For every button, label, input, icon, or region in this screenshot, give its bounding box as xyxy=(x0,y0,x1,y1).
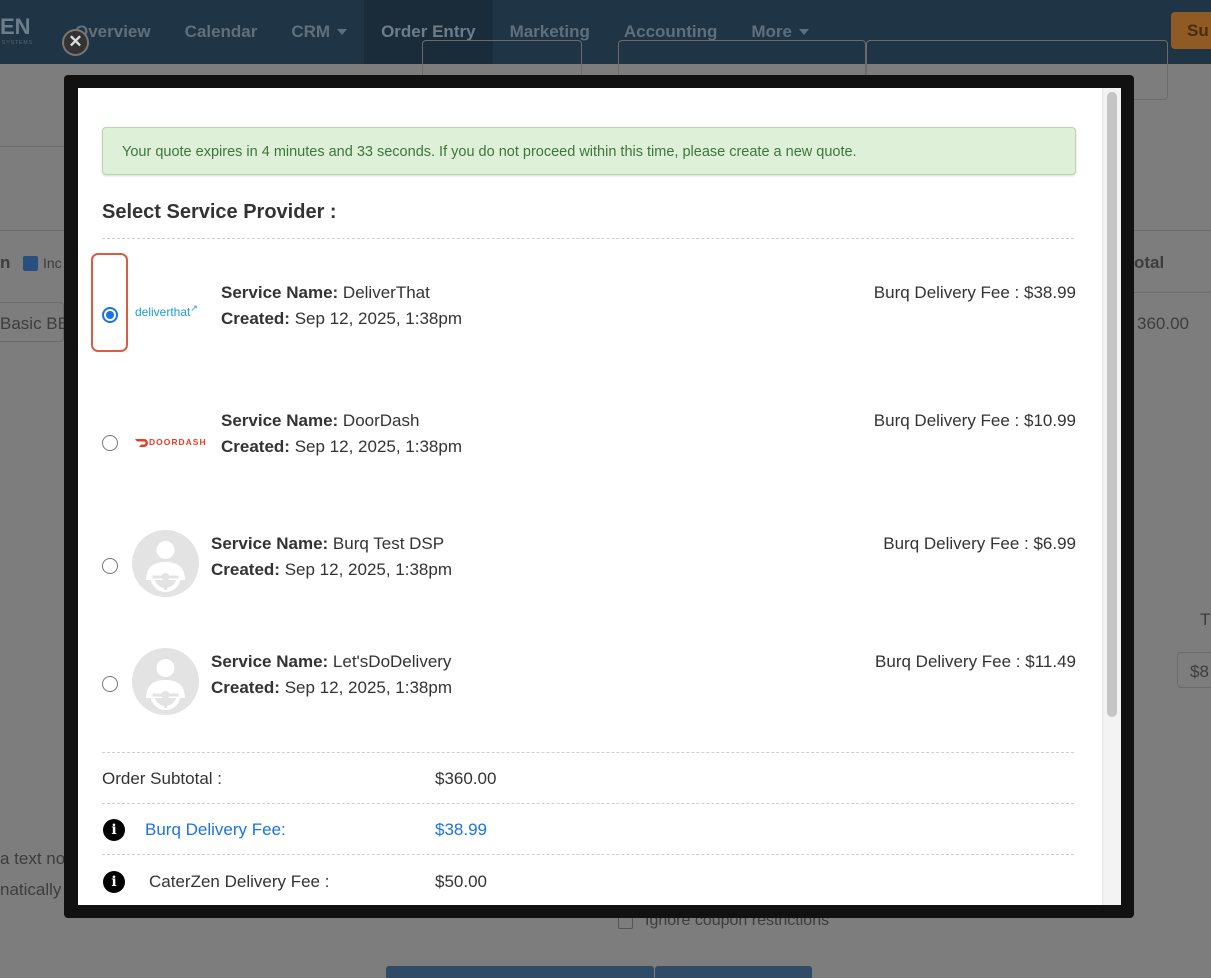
provider-fee: Burq Delivery Fee : $10.99 xyxy=(873,411,1076,430)
nav-action-button[interactable]: Su xyxy=(1171,12,1211,49)
service-name-label: Service Name: xyxy=(221,411,339,430)
burq-fee-label[interactable]: Burq Delivery Fee: xyxy=(145,820,286,840)
driver-avatar-svg xyxy=(146,541,185,592)
caterzen-fee-label: CaterZen Delivery Fee : xyxy=(149,872,330,891)
bg-amount-value: $8 xyxy=(1190,662,1209,681)
created-line: Created: Sep 12, 2025, 1:38pm xyxy=(221,309,462,329)
nav-crm[interactable]: CRM xyxy=(274,0,364,64)
bg-primary-button xyxy=(386,966,654,978)
order-subtotal-value: $360.00 xyxy=(435,769,497,788)
nav-label: More xyxy=(751,22,792,41)
created-line: Created: Sep 12, 2025, 1:38pm xyxy=(221,437,462,457)
created-label: Created: xyxy=(221,437,290,456)
nav-label: CRM xyxy=(291,22,331,41)
info-icon[interactable]: i xyxy=(103,871,125,893)
provider-radio-deliverthat[interactable] xyxy=(102,307,118,323)
driver-avatar-svg xyxy=(146,659,185,710)
provider-row-doordash[interactable]: DOORDASH Service Name: DoorDash Created:… xyxy=(102,411,1076,491)
service-name-value: Let'sDoDelivery xyxy=(332,652,452,671)
provider-radio-burq-test-dsp[interactable] xyxy=(102,558,118,574)
bg-t-label: T xyxy=(1200,610,1211,629)
brand-subtext: SYSTEMS xyxy=(2,40,33,46)
divider xyxy=(102,238,1074,239)
doordash-logo: DOORDASH xyxy=(135,437,207,447)
brand-logo[interactable]: EN SYSTEMS xyxy=(0,14,40,50)
scrollbar-thumb[interactable] xyxy=(1107,92,1117,717)
nav-label: Accounting xyxy=(623,22,718,41)
bg-divider xyxy=(0,230,64,231)
driver-avatar-icon xyxy=(132,530,199,597)
service-name-value: Burq Test DSP xyxy=(332,534,445,553)
created-value: Sep 12, 2025, 1:38pm xyxy=(284,678,452,697)
created-label: Created: xyxy=(211,678,280,697)
service-name-value: DeliverThat xyxy=(342,283,430,302)
bg-column-header: n xyxy=(0,253,11,272)
bg-total-header: otal xyxy=(1134,253,1165,272)
modal-scrollbar[interactable] xyxy=(1102,88,1121,905)
logo-wordmark: deliverthat xyxy=(135,305,191,319)
service-name-label: Service Name: xyxy=(211,652,329,671)
caret-down-icon xyxy=(337,29,348,35)
driver-avatar-icon xyxy=(132,648,199,715)
bg-note-text: a text no xyxy=(0,849,66,868)
bg-checkbox xyxy=(23,256,38,271)
created-value: Sep 12, 2025, 1:38pm xyxy=(294,309,462,328)
service-name-label: Service Name: xyxy=(211,534,329,553)
provider-radio-doordash[interactable] xyxy=(102,435,118,451)
service-name-line: Service Name: Let'sDoDelivery xyxy=(211,652,451,672)
provider-fee: Burq Delivery Fee : $11.49 xyxy=(875,652,1076,671)
select-provider-modal: Your quote expires in 4 minutes and 33 s… xyxy=(78,88,1121,905)
bg-secondary-button xyxy=(655,966,812,978)
created-line: Created: Sep 12, 2025, 1:38pm xyxy=(211,560,452,580)
service-name-line: Service Name: DoorDash xyxy=(221,411,419,431)
bg-divider xyxy=(0,146,64,147)
service-name-label: Service Name: xyxy=(221,283,339,302)
brand-text: EN xyxy=(0,14,31,39)
caterzen-fee-value: $50.00 xyxy=(435,872,487,891)
service-name-value: DoorDash xyxy=(342,411,420,430)
nav-calendar[interactable]: Calendar xyxy=(168,0,275,64)
created-value: Sep 12, 2025, 1:38pm xyxy=(284,560,452,579)
bg-checkbox-label: Inc xyxy=(43,255,62,271)
created-line: Created: Sep 12, 2025, 1:38pm xyxy=(211,678,452,698)
burq-fee-value: $38.99 xyxy=(435,820,487,839)
logo-wordmark: DOORDASH xyxy=(149,437,207,447)
service-name-line: Service Name: Burq Test DSP xyxy=(211,534,444,554)
bg-item-text: Basic BB xyxy=(0,314,69,333)
doordash-dash-icon xyxy=(135,438,148,447)
provider-fee: Burq Delivery Fee : $6.99 xyxy=(883,534,1076,553)
section-title: Select Service Provider : xyxy=(102,201,337,223)
quote-expiry-alert: Your quote expires in 4 minutes and 33 s… xyxy=(102,127,1076,175)
bg-note-text: natically xyxy=(0,880,62,899)
caret-down-icon xyxy=(798,29,809,35)
provider-row-letsdodelivery[interactable]: Service Name: Let'sDoDelivery Created: S… xyxy=(102,648,1076,732)
bg-row-total: 360.00 xyxy=(1137,314,1189,333)
created-value: Sep 12, 2025, 1:38pm xyxy=(294,437,462,456)
selection-highlight xyxy=(91,253,128,352)
deliverthat-logo: deliverthat↗ xyxy=(135,303,198,319)
nav-label: Order Entry xyxy=(381,22,476,41)
close-icon[interactable]: ✕ xyxy=(62,29,89,56)
bg-divider xyxy=(1134,292,1211,293)
bg-divider xyxy=(1134,230,1211,231)
provider-fee: Burq Delivery Fee : $38.99 xyxy=(873,283,1076,302)
created-label: Created: xyxy=(221,309,290,328)
provider-radio-letsdodelivery[interactable] xyxy=(102,676,118,692)
order-subtotal-label: Order Subtotal : xyxy=(102,769,223,788)
divider xyxy=(102,854,1074,855)
divider xyxy=(102,752,1074,753)
info-icon[interactable]: i xyxy=(103,819,125,841)
divider xyxy=(102,803,1074,804)
provider-row-deliverthat[interactable]: deliverthat↗ Service Name: DeliverThat C… xyxy=(91,253,1076,363)
service-name-line: Service Name: DeliverThat xyxy=(221,283,430,303)
provider-row-burq-test-dsp[interactable]: Service Name: Burq Test DSP Created: Sep… xyxy=(102,530,1076,614)
nav-label: Marketing xyxy=(509,22,590,41)
nav-label: Calendar xyxy=(184,22,258,41)
arrow-up-right-icon: ↗ xyxy=(190,303,198,313)
created-label: Created: xyxy=(211,560,280,579)
